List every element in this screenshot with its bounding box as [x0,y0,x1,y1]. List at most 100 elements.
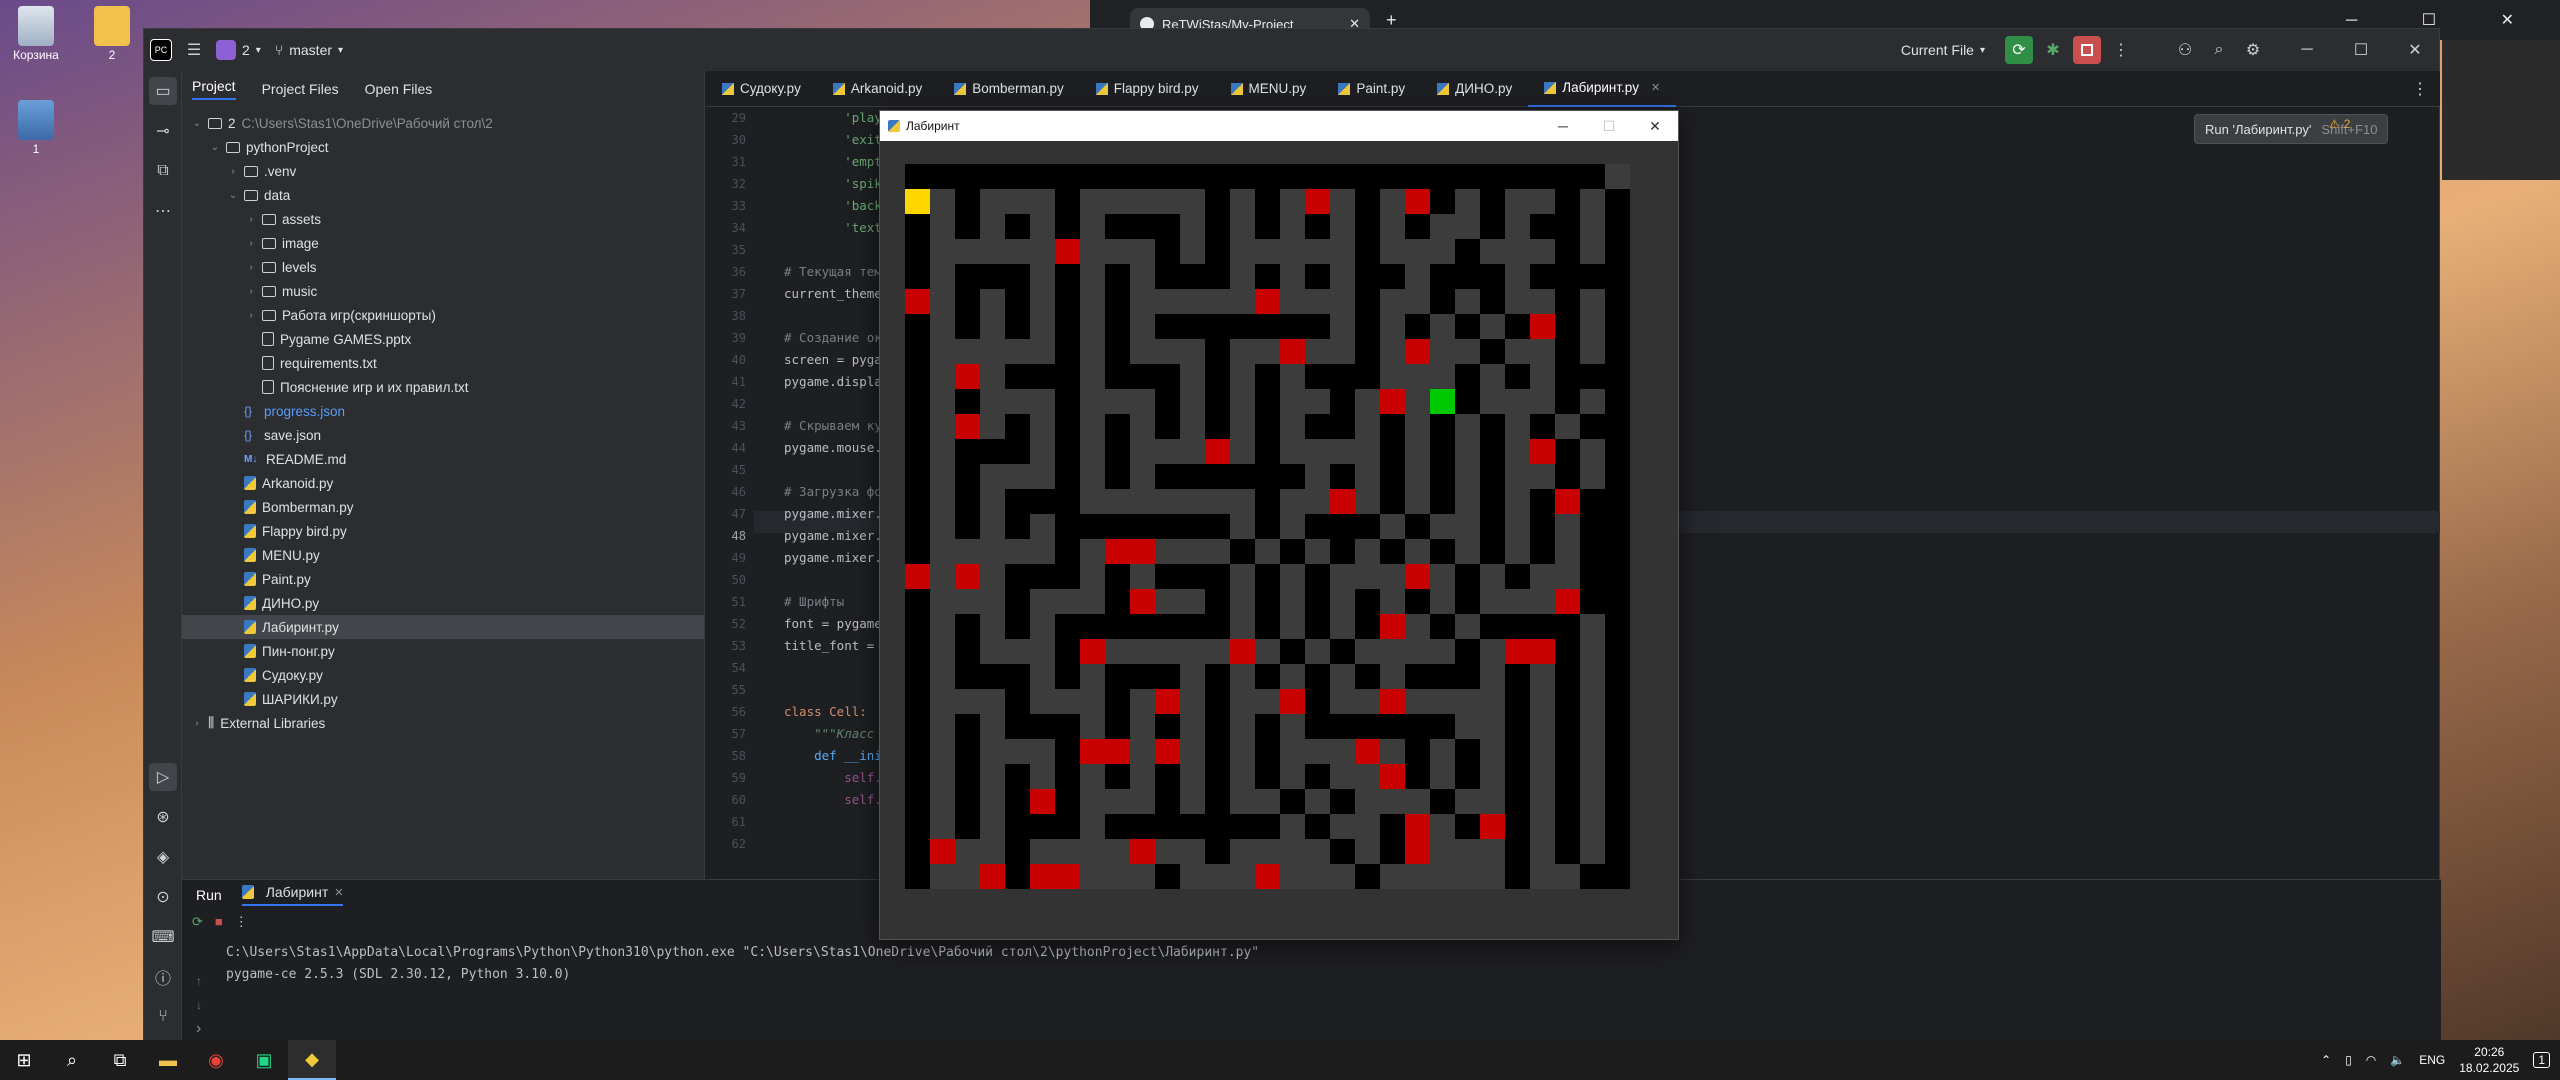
problems-icon[interactable]: ⓘ [149,963,177,991]
tree-external[interactable]: › ⫼ External Libraries [182,711,704,735]
add-user-icon[interactable]: ⚇ [2171,36,2199,64]
more-tools-icon[interactable]: ⋯ [149,197,177,225]
notification-badge[interactable]: 1 [2533,1052,2550,1068]
tree-file[interactable]: {} progress.json [182,399,704,423]
run-config-tab[interactable]: Лабиринт ✕ [241,884,344,906]
volume-icon[interactable]: 🔈 [2390,1053,2405,1067]
debug-icon[interactable]: ✱ [2039,36,2067,64]
window-controls[interactable]: ─ ☐ ✕ [2346,10,2544,30]
tree-folder[interactable]: › image [182,231,704,255]
close-icon[interactable]: ✕ [1651,81,1660,94]
tab-project-files[interactable]: Project Files [262,81,339,97]
clock[interactable]: 20:26 18.02.2025 [2459,1044,2519,1076]
project-tool-icon[interactable]: ▭ [149,77,177,105]
recycle-bin-icon[interactable]: Корзина [6,6,66,62]
tree-file[interactable]: ШАРИКИ.py [182,687,704,711]
search-icon[interactable]: ⌕ [48,1040,96,1080]
git-icon[interactable]: ⑂ [149,1003,177,1031]
tree-file[interactable]: Arkanoid.py [182,471,704,495]
maximize-icon[interactable]: ☐ [2347,36,2375,64]
console-output[interactable]: C:\Users\Stas1\AppData\Local\Programs\Py… [226,942,1259,986]
branch-switcher[interactable]: ⑂ master ▾ [275,42,343,58]
commit-icon[interactable]: ⊸ [149,117,177,145]
maximize-icon[interactable]: ☐ [1586,111,1632,141]
layers-icon[interactable]: ◈ [149,843,177,871]
editor-tab[interactable]: Arkanoid.py [817,71,938,107]
tree-file[interactable]: Pygame GAMES.pptx [182,327,704,351]
device-icon[interactable]: ▯ [2345,1053,2352,1067]
tab-open-files[interactable]: Open Files [365,81,433,97]
tree-file[interactable]: Bomberman.py [182,495,704,519]
more-icon[interactable]: ⋮ [2406,75,2434,103]
tree-file[interactable]: MENU.py [182,543,704,567]
tree-folder[interactable]: › Работа игр(скриншорты) [182,303,704,327]
editor-tab[interactable]: Paint.py [1322,71,1421,107]
tree-folder[interactable]: › music [182,279,704,303]
stop-button[interactable] [2073,36,2101,64]
explorer-icon[interactable]: ▬ [144,1040,192,1080]
tree-file[interactable]: Пояснение игр и их правил.txt [182,375,704,399]
tree-folder[interactable]: ⌄ data [182,183,704,207]
rerun-button[interactable]: ⟳ [2005,36,2033,64]
editor-tab[interactable]: Flappy bird.py [1080,71,1215,107]
tree-file[interactable]: Flappy bird.py [182,519,704,543]
arrow-down-icon[interactable]: ↓ [196,998,202,1012]
tree-file[interactable]: {} save.json [182,423,704,447]
chevron-up-icon[interactable]: ⌃ [2321,1053,2331,1067]
main-menu-icon[interactable]: ☰ [180,36,208,64]
gear-icon[interactable]: ⚙ [2239,36,2267,64]
editor-tab[interactable]: ДИНО.py [1421,71,1528,107]
tree-file[interactable]: Судоку.py [182,663,704,687]
structure-icon[interactable]: ⧉ [149,157,177,185]
minimize-icon[interactable]: ─ [1540,111,1586,141]
tree-root[interactable]: ⌄ 2 C:\Users\Stas1\OneDrive\Рабочий стол\2 [182,111,704,135]
warnings-indicator[interactable]: ⚠ 2 [2329,117,2350,131]
editor-tab[interactable]: Bomberman.py [938,71,1080,107]
tree-folder[interactable]: › levels [182,255,704,279]
search-icon[interactable]: ⌕ [2205,36,2233,64]
run-tool-icon[interactable]: ▷ [149,763,177,791]
rerun-icon[interactable]: ⟳ [192,914,203,930]
tree-folder[interactable]: › .venv [182,159,704,183]
python-app-icon[interactable]: ◆ [288,1040,336,1080]
tree-file[interactable]: Paint.py [182,567,704,591]
stop-icon[interactable]: ■ [215,914,223,930]
chevron-right-icon[interactable]: › [196,1020,201,1038]
arrow-up-icon[interactable]: ↑ [196,974,202,988]
line-number: 54 [731,661,746,675]
maze-board[interactable] [905,164,1630,889]
maze-path-cell [1130,789,1155,814]
close-icon[interactable]: ✕ [1632,111,1678,141]
tree-folder[interactable]: ⌄ pythonProject [182,135,704,159]
wifi-icon[interactable]: ◠ [2366,1053,2376,1067]
windows-start-icon[interactable]: ⊞ [0,1040,48,1080]
more-icon[interactable]: ⋮ [235,914,248,930]
services-icon[interactable]: ⊙ [149,883,177,911]
editor-tab-active[interactable]: Лабиринт.py ✕ [1528,71,1677,107]
task-view-icon[interactable]: ⧉ [96,1040,144,1080]
folder-icon[interactable]: 2 [82,6,142,62]
minimize-icon[interactable]: ─ [2293,36,2321,64]
chrome-icon[interactable]: ◉ [192,1040,240,1080]
language-indicator[interactable]: ENG [2419,1053,2445,1067]
run-config-selector[interactable]: Current File ▾ [1901,42,1985,58]
pycharm-icon[interactable]: ▣ [240,1040,288,1080]
maze-path-cell [1130,439,1155,464]
tree-folder[interactable]: › assets [182,207,704,231]
project-switcher[interactable]: 2 ▾ [216,40,261,60]
editor-tab[interactable]: MENU.py [1215,71,1323,107]
tree-file[interactable]: Пин-понг.py [182,639,704,663]
terminal-icon[interactable]: ⌨ [149,923,177,951]
folder-icon[interactable]: 1 [6,100,66,156]
tree-file[interactable]: Лабиринт.py [182,615,704,639]
tree-file[interactable]: requirements.txt [182,351,704,375]
python-packages-icon[interactable]: ⊛ [149,803,177,831]
close-icon[interactable]: ✕ [2401,36,2429,64]
run-tab-title[interactable]: Run [196,887,222,903]
editor-tab[interactable]: Судоку.py [706,71,817,107]
tree-file[interactable]: ДИНО.py [182,591,704,615]
close-icon[interactable]: ✕ [334,886,343,899]
tree-file[interactable]: M↓ README.md [182,447,704,471]
tab-project[interactable]: Project [192,78,236,100]
more-icon[interactable]: ⋮ [2107,36,2135,64]
